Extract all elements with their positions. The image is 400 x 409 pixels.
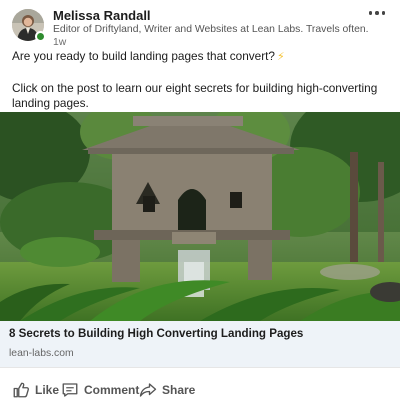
thumbs-up-icon <box>13 382 29 398</box>
post-text-line-2: Click on the post to learn our eight sec… <box>12 80 378 111</box>
link-preview-title[interactable]: 8 Secrets to Building High Converting La… <box>9 327 303 340</box>
comment-icon <box>62 383 78 397</box>
share-arrow-icon <box>139 383 157 397</box>
comment-label: Comment <box>84 383 140 397</box>
lightning-emoji-icon: ⚡ <box>276 51 285 63</box>
garden-stupa-photo-icon <box>0 112 400 321</box>
post-image[interactable] <box>0 112 400 321</box>
post-body: Are you ready to build landing pages tha… <box>12 49 392 112</box>
online-status-dot <box>35 31 46 42</box>
like-label: Like <box>35 383 60 397</box>
like-button[interactable]: Like <box>12 380 59 400</box>
author-headline: Editor of Driftyland, Writer and Website… <box>53 24 369 35</box>
more-horizontal-icon <box>381 11 386 15</box>
more-horizontal-icon <box>368 11 373 15</box>
more-horizontal-icon <box>375 11 379 15</box>
link-preview-domain: lean-labs.com <box>9 348 74 359</box>
link-preview[interactable]: 8 Secrets to Building High Converting La… <box>0 321 400 367</box>
post-timestamp: 1w <box>53 37 67 48</box>
post-actions-bar: Like Comment Share <box>0 367 400 409</box>
author-avatar[interactable] <box>12 9 46 42</box>
share-label: Share <box>162 383 196 397</box>
post-text-line-1: Are you ready to build landing pages tha… <box>12 49 275 63</box>
post-header: Melissa Randall Editor of Driftyland, Wr… <box>12 6 388 48</box>
feed-post-card: Melissa Randall Editor of Driftyland, Wr… <box>0 0 400 409</box>
more-options-button[interactable] <box>366 6 388 20</box>
author-name[interactable]: Melissa Randall <box>53 8 151 23</box>
share-button[interactable]: Share <box>139 380 195 400</box>
comment-button[interactable]: Comment <box>61 380 139 400</box>
